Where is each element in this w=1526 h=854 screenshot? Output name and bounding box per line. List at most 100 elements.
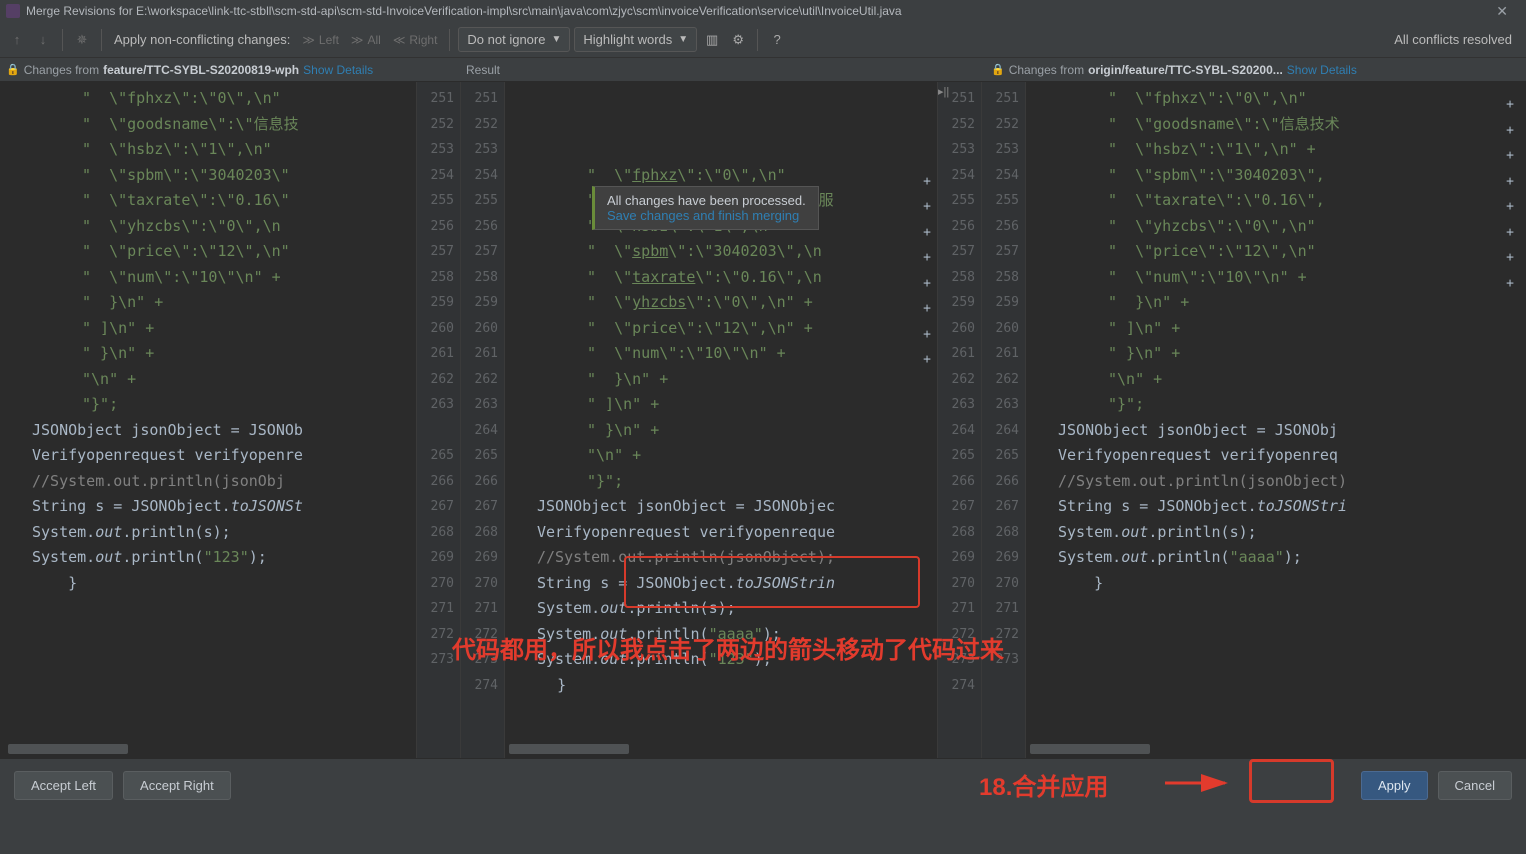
code-line: " \"goodsname\":\"信息技: [0, 112, 416, 138]
next-diff-icon[interactable]: ↓: [32, 29, 54, 51]
apply-all-button[interactable]: ≫ All: [347, 33, 385, 47]
code-line: "}";: [0, 392, 416, 418]
scroll-thumb[interactable]: [8, 744, 128, 754]
mid-column-header: Result: [460, 58, 985, 81]
merge-toolbar: ↑ ↓ ✵ Apply non-conflicting changes: ≫ L…: [0, 22, 1526, 58]
code-line: " \"hsbz\":\"1\",\n": [0, 137, 416, 163]
apply-highlight-box: [1249, 759, 1334, 803]
code-line: "\n" +: [1026, 367, 1526, 393]
code-line: }: [1026, 571, 1526, 597]
annotation-arrow: [1165, 773, 1245, 793]
apply-right-button[interactable]: ≪ Right: [389, 33, 442, 47]
conflict-status: All conflicts resolved: [1394, 32, 1520, 47]
separator: [101, 29, 102, 51]
highlight-box: [624, 556, 920, 608]
code-line: " \"price\":\"12\",\n": [0, 239, 416, 265]
code-line: " }\n" +: [505, 418, 937, 444]
code-line: " }\n" +: [0, 341, 416, 367]
code-line: "\n" +: [505, 443, 937, 469]
code-line: " \"spbm\":\"3040203\",+: [1026, 163, 1526, 189]
code-line: JSONObject jsonObject = JSONObj: [1026, 418, 1526, 444]
code-line: " \"hsbz\":\"1\",\n" ++: [1026, 137, 1526, 163]
settings-icon[interactable]: ⚙: [727, 29, 749, 51]
code-line: //System.out.println(jsonObj: [0, 469, 416, 495]
code-line: System.out.println("aaaa");: [1026, 545, 1526, 571]
code-line: " \"fphxz\":\"0\",\n": [0, 86, 416, 112]
right-column-header: 🔒 Changes from origin/feature/TTC-SYBL-S…: [985, 58, 1526, 81]
code-line: " }\n" +: [1026, 290, 1526, 316]
code-line: Verifyopenrequest verifyopenre: [0, 443, 416, 469]
right-code-area[interactable]: " \"fphxz\":\"0\",\n" +" \"goodsname\":\…: [1026, 82, 1526, 758]
code-line: " \"fphxz\":\"0\",\n" +: [505, 163, 937, 189]
code-line: " \"price\":\"12\",\n" ++: [505, 316, 937, 342]
pause-marker-icon: ▸||: [938, 85, 949, 98]
accept-right-button[interactable]: Accept Right: [123, 771, 231, 800]
code-line: }: [505, 673, 937, 699]
left-column-header: 🔒 Changes from feature/TTC-SYBL-S2020081…: [0, 58, 460, 81]
accept-left-button[interactable]: Accept Left: [14, 771, 113, 800]
show-details-left-link[interactable]: Show Details: [303, 63, 373, 77]
code-line: JSONObject jsonObject = JSONObjec: [505, 494, 937, 520]
app-icon: [6, 4, 20, 18]
column-headers: 🔒 Changes from feature/TTC-SYBL-S2020081…: [0, 58, 1526, 82]
code-line: //System.out.println(jsonObject): [1026, 469, 1526, 495]
help-icon[interactable]: ?: [766, 29, 788, 51]
cancel-button[interactable]: Cancel: [1438, 771, 1512, 800]
code-line: " \"num\":\"10\"\n" ++: [505, 341, 937, 367]
code-line: System.out.println("123");: [0, 545, 416, 571]
apply-nc-label: Apply non-conflicting changes:: [114, 32, 290, 47]
annotation-text-1: 代码都用，所以我点击了两边的箭头移动了代码过来: [452, 630, 1004, 665]
code-line: " \"num\":\"10\"\n" ++: [1026, 265, 1526, 291]
ignore-mode-combo[interactable]: Do not ignore ▼: [458, 27, 570, 52]
sync-scroll-icon[interactable]: ▥: [701, 29, 723, 51]
code-line: Verifyopenrequest verifyopenreque: [505, 520, 937, 546]
code-line: " \"taxrate\":\"0.16\",+: [1026, 188, 1526, 214]
code-line: "\n" +: [0, 367, 416, 393]
scroll-thumb[interactable]: [509, 744, 629, 754]
left-pane: " \"fphxz\":\"0\",\n"" \"goodsname\":\"信…: [0, 82, 460, 758]
code-line: " \"spbm\":\"3040203\": [0, 163, 416, 189]
code-line: " \"num\":\"10\"\n" +: [0, 265, 416, 291]
lock-icon: 🔒: [991, 63, 1005, 76]
code-line: " \"goodsname\":\"信息技术+: [1026, 112, 1526, 138]
prev-diff-icon[interactable]: ↑: [6, 29, 28, 51]
window-title-bar: Merge Revisions for E:\workspace\link-tt…: [0, 0, 1526, 22]
code-line: " ]\n" +: [1026, 316, 1526, 342]
code-line: " \"spbm\":\"3040203\",\n+: [505, 239, 937, 265]
separator: [449, 29, 450, 51]
code-line: }: [0, 571, 416, 597]
magic-resolve-icon[interactable]: ✵: [71, 29, 93, 51]
code-line: System.out.println(s);: [0, 520, 416, 546]
apply-button[interactable]: Apply: [1361, 771, 1428, 800]
save-finish-merge-link[interactable]: Save changes and finish merging: [607, 208, 806, 223]
tooltip-text: All changes have been processed.: [607, 193, 806, 208]
apply-left-button[interactable]: ≫ Left: [298, 33, 343, 47]
code-line: " }\n" +: [505, 367, 937, 393]
code-line: "}";: [1026, 392, 1526, 418]
left-code-area[interactable]: " \"fphxz\":\"0\",\n"" \"goodsname\":\"信…: [0, 82, 416, 758]
code-line: Verifyopenrequest verifyopenreq: [1026, 443, 1526, 469]
code-line: "}";: [505, 469, 937, 495]
show-details-right-link[interactable]: Show Details: [1287, 63, 1357, 77]
merge-panes: " \"fphxz\":\"0\",\n"" \"goodsname\":\"信…: [0, 82, 1526, 758]
code-line: " \"price\":\"12\",\n"+: [1026, 239, 1526, 265]
code-line: String s = JSONObject.toJSONSt: [0, 494, 416, 520]
right-pane: 251 252 253 254 255 256 257 258 259 260 …: [982, 82, 1526, 758]
merge-processed-tooltip: All changes have been processed. Save ch…: [592, 186, 819, 230]
scroll-thumb[interactable]: [1030, 744, 1150, 754]
separator: [62, 29, 63, 51]
chevron-down-icon: ▼: [678, 34, 688, 45]
code-line: String s = JSONObject.toJSONStri: [1026, 494, 1526, 520]
code-line: System.out.println(s);: [1026, 520, 1526, 546]
code-line: " \"fphxz\":\"0\",\n" +: [1026, 86, 1526, 112]
chevron-down-icon: ▼: [551, 34, 561, 45]
code-line: " \"yhzcbs\":\"0\",\n: [0, 214, 416, 240]
code-line: JSONObject jsonObject = JSONOb: [0, 418, 416, 444]
separator: [757, 29, 758, 51]
code-line: " \"taxrate\":\"0.16\",\n+: [505, 265, 937, 291]
code-line: " ]\n" +: [505, 392, 937, 418]
close-icon[interactable]: ✕: [1484, 3, 1520, 20]
code-line: " \"yhzcbs\":\"0\",\n" ++: [505, 290, 937, 316]
code-line: " \"taxrate\":\"0.16\": [0, 188, 416, 214]
highlight-mode-combo[interactable]: Highlight words ▼: [574, 27, 697, 52]
